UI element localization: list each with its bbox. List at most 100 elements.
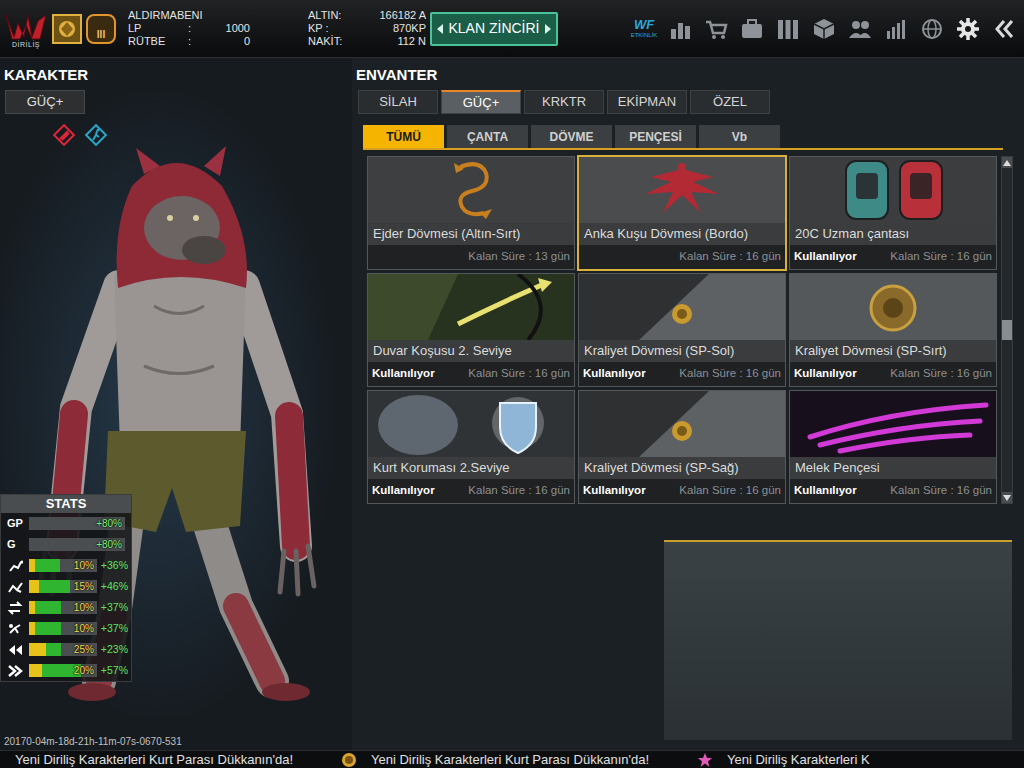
ranking-button[interactable]	[664, 13, 696, 45]
character-panel: KARAKTERGÜÇ+STATSGP+80%G+80%10%+36%15%+4…	[0, 58, 352, 750]
main-area: KARAKTERGÜÇ+STATSGP+80%G+80%10%+36%15%+4…	[0, 58, 1024, 750]
inventory-tab[interactable]: SİLAH	[358, 90, 438, 114]
item-status: KullanılıyorKalan Süre : 16 gün	[368, 362, 574, 386]
item-status: KullanılıyorKalan Süre : 16 gün	[790, 479, 996, 503]
item-remaining: Kalan Süre : 16 gün	[679, 482, 781, 499]
character-tab-row: GÜÇ+	[0, 90, 352, 114]
stat-track: 15%	[29, 580, 97, 593]
player-stat-row: LP:1000	[128, 22, 252, 35]
inventory-item[interactable]: Kraliyet Dövmesi (SP-Sağ)KullanılıyorKal…	[578, 390, 786, 504]
event-button[interactable]: WFETKİNLİK	[628, 13, 660, 45]
inventory-item[interactable]: Kraliyet Dövmesi (SP-Sol)KullanılıyorKal…	[578, 273, 786, 387]
inventory-subtab[interactable]: ÇANTA	[447, 125, 528, 148]
character-title: KARAKTER	[4, 66, 88, 83]
currency-value: 112 N	[354, 35, 426, 48]
item-in-use: Kullanılıyor	[372, 482, 435, 499]
inventory-subtab[interactable]: TÜMÜ	[363, 125, 444, 148]
inventory-tab[interactable]: ÖZEL	[690, 90, 770, 114]
currency-label: NAKİT:	[308, 35, 354, 48]
item-dragon-icon	[368, 157, 574, 223]
inventory-tab[interactable]: EKİPMAN	[607, 90, 687, 114]
character-tab[interactable]: GÜÇ+	[5, 90, 85, 114]
briefcase-icon	[740, 16, 764, 41]
stat-base-fill	[29, 643, 46, 656]
locker-button[interactable]	[772, 13, 804, 45]
scroll-thumb[interactable]	[1002, 320, 1012, 340]
inventory-subtab[interactable]: DÖVME	[531, 125, 612, 148]
inventory-item[interactable]: Anka Kuşu Dövmesi (Bordo) Kalan Süre : 16…	[578, 156, 786, 270]
player-name: ALDIRMABENI	[128, 9, 252, 22]
item-remaining: Kalan Süre : 13 gün	[468, 248, 570, 265]
inventory-item[interactable]: Melek PençesiKullanılıyorKalan Süre : 16…	[789, 390, 997, 504]
event-logo: WF	[634, 18, 654, 32]
player-stat-label: RÜTBE	[128, 35, 188, 48]
item-info-panel	[664, 540, 1012, 740]
item-remaining: Kalan Süre : 16 gün	[468, 365, 570, 382]
inventory-scrollbar[interactable]	[1001, 156, 1013, 504]
stat-track: 25%	[29, 643, 97, 656]
stat-bonus: +36%	[101, 558, 128, 574]
stat-bonus: +23%	[101, 642, 128, 658]
stat-base-fill	[29, 601, 36, 614]
stat-bonus: +46%	[101, 579, 128, 595]
collapse-chevrons-button[interactable]	[988, 13, 1020, 45]
clan-chain-label: KLAN ZİNCİRİ	[448, 18, 539, 39]
currency-value: 870KP	[354, 22, 426, 35]
ticker-message: Yeni Diriliş Karakterleri Kurt Parası Dü…	[371, 750, 649, 768]
item-status: KullanılıyorKalan Süre : 16 gün	[579, 479, 785, 503]
stat-1-icon	[7, 559, 27, 573]
inventory-subtab[interactable]: PENÇESİ	[615, 125, 696, 148]
item-status: Kullanılıyor Kalan Süre : 16 gün	[790, 362, 996, 386]
item-name: Kraliyet Dövmesi (SP-Sol)	[579, 340, 785, 362]
clan-chain-button[interactable]: KLAN ZİNCİRİ	[430, 12, 558, 46]
scroll-down-button[interactable]	[1002, 492, 1012, 503]
inventory-item[interactable]: Ejder Dövmesi (Altın-Sırt)Kalan Süre : 1…	[367, 156, 575, 270]
item-claw-icon	[790, 391, 996, 457]
stat-track: +80%	[29, 517, 125, 530]
inventory-item[interactable]: Duvar Koşusu 2. SeviyeKullanılıyorKalan …	[367, 273, 575, 387]
stat-base-fill	[29, 559, 36, 572]
stats-title: STATS	[1, 495, 131, 513]
item-remaining: Kalan Süre : 16 gün	[890, 365, 992, 382]
stat-value: +80%	[96, 538, 122, 551]
item-in-use: Kullanılıyor	[794, 365, 857, 382]
globe-icon	[920, 16, 944, 41]
scroll-up-button[interactable]	[1002, 157, 1012, 168]
briefcase-button[interactable]	[736, 13, 768, 45]
statistics-button[interactable]	[880, 13, 912, 45]
item-status: KullanılıyorKalan Süre : 16 gün	[368, 479, 574, 503]
inventory-tab[interactable]: KRKTR	[524, 90, 604, 114]
item-name: Kurt Koruması 2.Seviye	[368, 457, 574, 479]
stat-6-icon	[7, 664, 27, 678]
item-in-use: Kullanılıyor	[794, 248, 857, 265]
player-info: ALDIRMABENILP:1000RÜTBE:0	[128, 9, 252, 48]
inventory-header: ENVANTER	[352, 58, 1024, 90]
friends-button[interactable]	[844, 13, 876, 45]
inventory-item[interactable]: Kurt Koruması 2.SeviyeKullanılıyorKalan …	[367, 390, 575, 504]
box-button[interactable]	[808, 13, 840, 45]
inventory-item[interactable]: Kraliyet Dövmesi (SP-Sırt)KullanılıyorKa…	[789, 273, 997, 387]
item-crest-icon	[790, 274, 996, 340]
item-emblem-icon	[579, 391, 785, 457]
item-remaining: Kalan Süre : 16 gün	[890, 248, 992, 265]
coin-icon	[341, 752, 357, 768]
inventory-panel: ENVANTER SİLAHGÜÇ+KRKTREKİPMANÖZEL TÜMÜÇAN…	[352, 58, 1024, 750]
player-stat-value: 1000	[198, 22, 250, 35]
item-name: Anka Kuşu Dövmesi (Bordo)	[579, 223, 785, 245]
globe-button[interactable]	[916, 13, 948, 45]
settings-gear-button[interactable]	[952, 13, 984, 45]
inventory-tab[interactable]: GÜÇ+	[441, 90, 521, 114]
shop-cart-button[interactable]	[700, 13, 732, 45]
down-arrow-icon	[1003, 486, 1011, 510]
rank-badge: III	[86, 14, 116, 44]
inventory-item[interactable]: 20C Uzman çantasıKullanılıyorKalan Süre …	[789, 156, 997, 270]
logo-subtitle: DİRİLİŞ	[12, 41, 40, 49]
player-stat-sep: :	[188, 22, 198, 35]
stat-2-icon	[7, 580, 27, 594]
item-wallrun-icon	[368, 274, 574, 340]
currency-info: ALTIN:166182 AKP :870KPNAKİT:112 N	[308, 9, 426, 48]
item-remaining: Kalan Süre : 16 gün	[679, 248, 781, 265]
currency-row: KP :870KP	[308, 22, 426, 35]
inventory-title: ENVANTER	[356, 66, 437, 83]
inventory-subtab[interactable]: Vb	[699, 125, 780, 148]
